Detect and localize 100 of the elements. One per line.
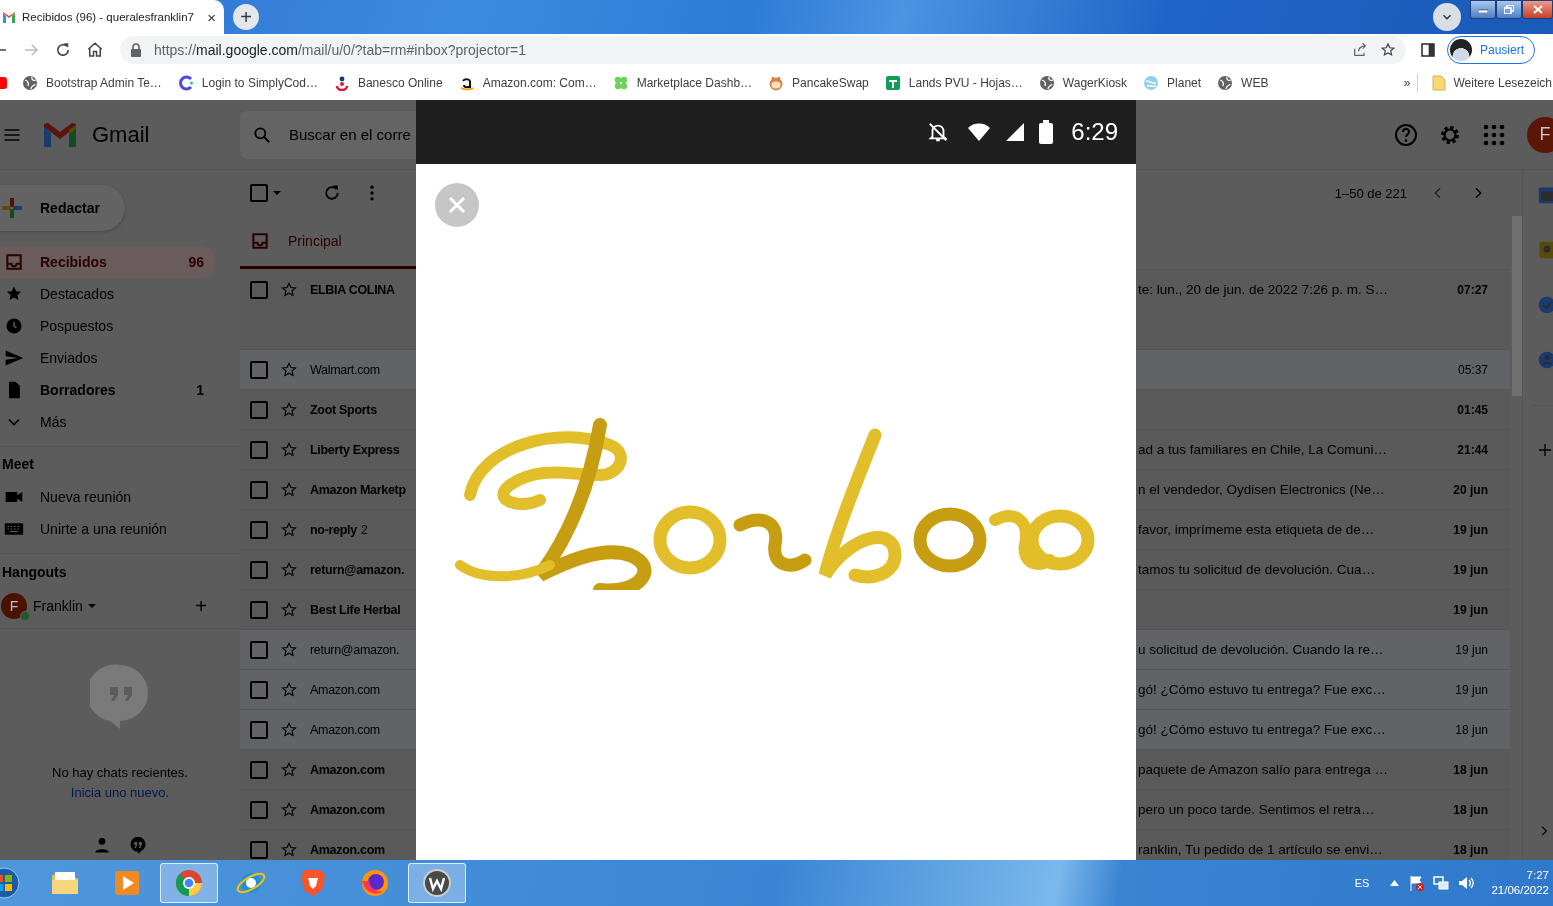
nav-item[interactable]: Borradores 1 bbox=[0, 374, 216, 406]
clock-time[interactable]: 7:27 bbox=[1526, 868, 1549, 883]
email-date: 01:45 bbox=[1456, 402, 1489, 417]
section-heading: Meet bbox=[1, 455, 35, 474]
star-icon[interactable] bbox=[280, 560, 298, 579]
row-checkbox[interactable] bbox=[250, 360, 268, 379]
close-button[interactable] bbox=[1522, 0, 1553, 19]
email-date: 21:44 bbox=[1456, 442, 1489, 457]
tab-search-button[interactable] bbox=[1433, 3, 1461, 31]
search-icon[interactable] bbox=[252, 124, 272, 145]
language-indicator[interactable]: ES bbox=[1354, 877, 1370, 889]
email-snippet: gó! ¿Cómo estuvo tu entrega? Fue exc… bbox=[1138, 682, 1386, 697]
scrollbar-thumb[interactable] bbox=[1512, 216, 1522, 396]
profile-button[interactable]: Pausiert bbox=[1446, 36, 1535, 64]
row-checkbox[interactable] bbox=[250, 680, 268, 699]
bookmark[interactable]: Login to SimplyCod… bbox=[169, 75, 326, 91]
restore-button[interactable] bbox=[1496, 0, 1522, 19]
calendar-icon[interactable] bbox=[1537, 185, 1553, 205]
star-icon[interactable] bbox=[1379, 42, 1396, 58]
row-checkbox[interactable] bbox=[250, 280, 268, 299]
clock-date[interactable]: 21/06/2022 bbox=[1491, 883, 1549, 898]
star-icon[interactable] bbox=[280, 800, 298, 819]
bookmark-folder[interactable]: Weitere Lesezeich bbox=[1423, 75, 1553, 91]
star-icon[interactable] bbox=[280, 840, 298, 859]
reload-icon[interactable] bbox=[54, 41, 72, 59]
meet-item[interactable]: Unirte a una reunión bbox=[0, 513, 216, 545]
up-arrow-icon[interactable] bbox=[1390, 880, 1400, 886]
search-field[interactable]: Buscar en el corre bbox=[240, 110, 416, 159]
minimize-icon bbox=[1478, 6, 1488, 13]
user-name[interactable]: Franklin bbox=[33, 598, 83, 614]
note-icon[interactable] bbox=[1537, 240, 1553, 260]
email-snippet: n el vendedor, Oydisen Electronics (Ne… bbox=[1138, 482, 1385, 497]
share-icon[interactable] bbox=[1351, 42, 1368, 58]
meet-item[interactable]: Nueva reunión bbox=[0, 481, 216, 513]
bookmark[interactable]: Amazon.com: Com… bbox=[450, 75, 605, 91]
plus-icon[interactable] bbox=[1537, 442, 1553, 458]
caret-icon[interactable] bbox=[272, 188, 282, 198]
nav-item[interactable]: Recibidos 96 bbox=[0, 246, 216, 278]
row-checkbox[interactable] bbox=[250, 560, 268, 579]
address-bar[interactable]: https://mail.google.com/mail/u/0/?tab=rm#inbox?projector=1 bbox=[120, 36, 1406, 64]
row-checkbox[interactable] bbox=[250, 480, 268, 499]
nav-item[interactable]: Pospuestos bbox=[0, 310, 216, 342]
row-checkbox[interactable] bbox=[250, 640, 268, 659]
add-button[interactable]: + bbox=[195, 594, 207, 618]
more-bookmarks-button[interactable]: » bbox=[1403, 76, 1411, 90]
taskbar-button[interactable] bbox=[160, 863, 218, 903]
sender-name: Liberty Express bbox=[310, 442, 400, 457]
star-icon[interactable] bbox=[280, 680, 298, 699]
star-icon[interactable] bbox=[280, 280, 298, 299]
row-checkbox[interactable] bbox=[250, 440, 268, 459]
bookmark[interactable]: WEB bbox=[1209, 75, 1277, 91]
star-icon[interactable] bbox=[280, 400, 298, 419]
star-icon[interactable] bbox=[280, 440, 298, 459]
row-checkbox[interactable] bbox=[250, 720, 268, 739]
row-checkbox[interactable] bbox=[250, 400, 268, 419]
bookmark[interactable]: Marketplace Dashb… bbox=[604, 75, 761, 91]
email-date: 18 jun bbox=[1452, 762, 1489, 777]
row-checkbox[interactable] bbox=[250, 520, 268, 539]
star-icon[interactable] bbox=[280, 360, 298, 379]
refresh-icon[interactable] bbox=[322, 183, 342, 203]
help-icon[interactable] bbox=[1394, 122, 1418, 147]
bookmark[interactable]: Banesco Online bbox=[325, 75, 451, 91]
row-checkbox[interactable] bbox=[250, 600, 268, 619]
star-icon[interactable] bbox=[280, 720, 298, 739]
side-panel-icon[interactable] bbox=[1419, 42, 1436, 58]
nav-item[interactable]: Destacados bbox=[0, 278, 216, 310]
start-chat-link[interactable]: Inicia uno nuevo. bbox=[70, 785, 170, 800]
minimize-button[interactable] bbox=[1470, 0, 1496, 19]
bookmark[interactable]: WagerKiosk bbox=[1030, 75, 1136, 91]
star-icon[interactable] bbox=[280, 600, 298, 619]
nav-item[interactable]: Más bbox=[0, 406, 216, 438]
row-checkbox[interactable] bbox=[250, 760, 268, 779]
flag-alert-icon[interactable] bbox=[1408, 875, 1425, 891]
contact-icon[interactable] bbox=[1537, 350, 1553, 370]
star-icon[interactable] bbox=[280, 520, 298, 539]
apps-grid-icon[interactable] bbox=[1482, 122, 1506, 147]
network-icon[interactable] bbox=[1433, 875, 1450, 891]
bookmark[interactable]: PancakeSwap bbox=[760, 75, 877, 91]
speaker-icon[interactable] bbox=[1458, 875, 1475, 891]
star-icon[interactable] bbox=[280, 640, 298, 659]
select-all-checkbox[interactable] bbox=[250, 184, 268, 202]
star-icon[interactable] bbox=[280, 480, 298, 499]
forward-icon[interactable] bbox=[22, 41, 40, 59]
row-checkbox[interactable] bbox=[250, 800, 268, 819]
compose-button[interactable]: Redactar bbox=[0, 185, 125, 231]
avatar[interactable]: F bbox=[1527, 116, 1553, 153]
browser-tab[interactable]: Recibidos (96) - queralesfranklin7 × bbox=[0, 0, 224, 34]
row-checkbox[interactable] bbox=[250, 840, 268, 859]
home-icon[interactable] bbox=[86, 41, 104, 59]
person-icon[interactable] bbox=[93, 836, 111, 854]
bookmark[interactable]: Planet bbox=[1135, 75, 1210, 91]
bookmark[interactable]: Bootstrap Admin Te… bbox=[14, 75, 170, 91]
bookmark[interactable]: Lands PVU - Hojas… bbox=[876, 75, 1031, 91]
taskbar-button[interactable] bbox=[408, 863, 466, 903]
nav-item[interactable]: Enviados bbox=[0, 342, 216, 374]
quote-bubble-icon[interactable] bbox=[129, 836, 147, 854]
star-icon[interactable] bbox=[280, 760, 298, 779]
caret-icon[interactable] bbox=[86, 601, 97, 611]
new-tab-button[interactable]: + bbox=[233, 4, 259, 30]
smile-arrow-icon bbox=[458, 75, 475, 91]
